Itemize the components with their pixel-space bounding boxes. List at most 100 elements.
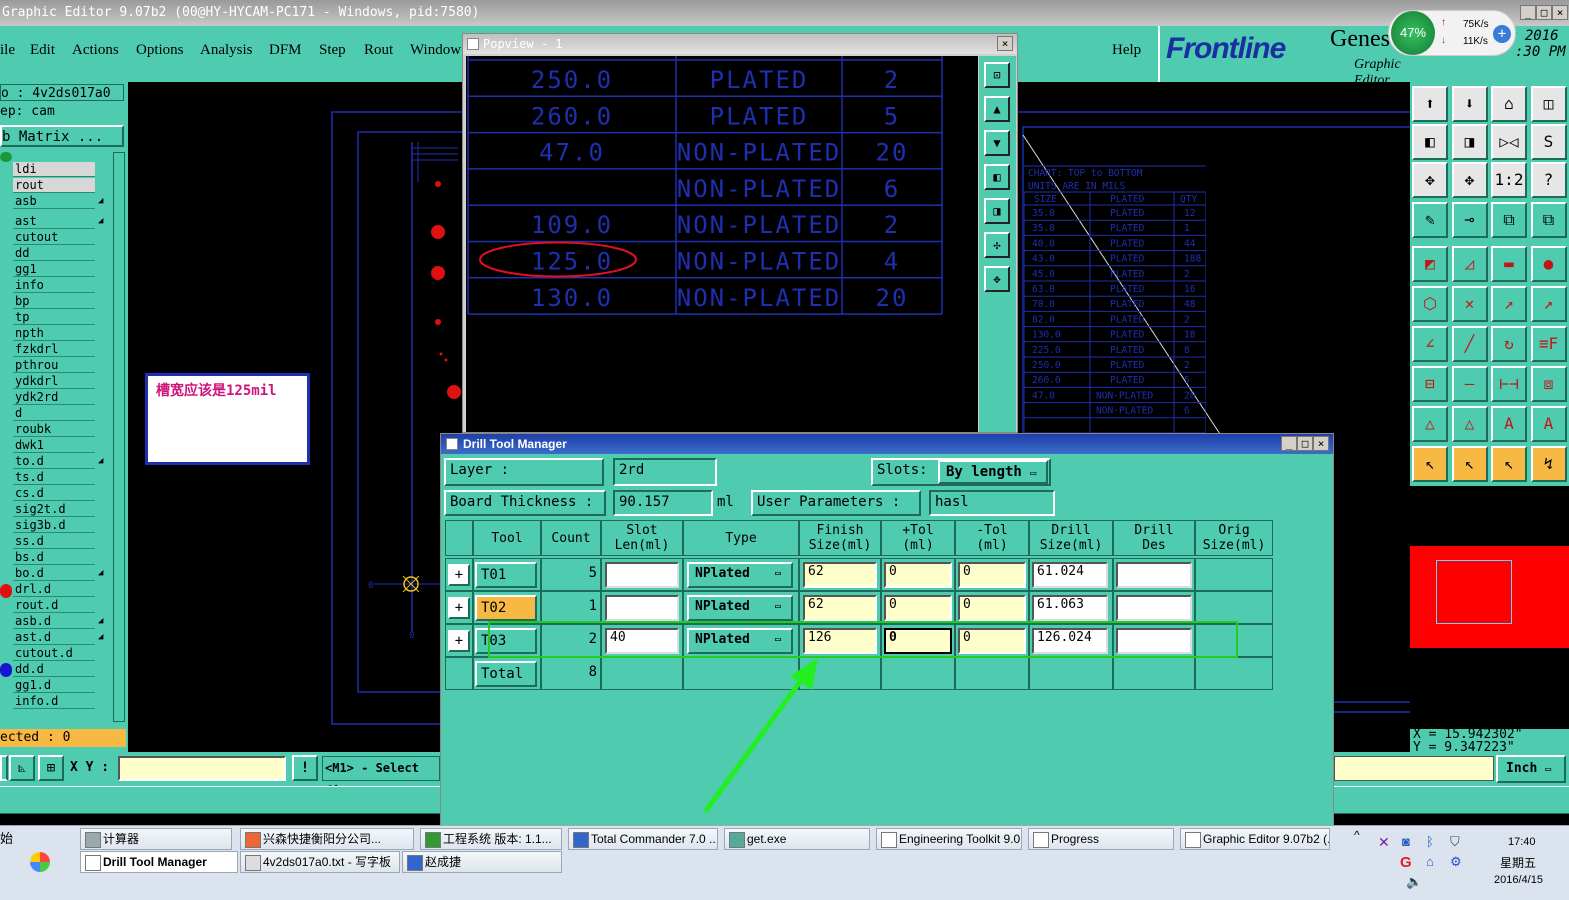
snap-icon[interactable]: ↯	[1530, 446, 1567, 482]
taskbar-button[interactable]: 4v2ds017a0.txt - 写字板	[240, 851, 400, 873]
pan-icon[interactable]: ✥	[1451, 162, 1488, 198]
layer-item[interactable]: cs.d	[13, 486, 95, 501]
layer-item[interactable]: asb.d◢	[13, 614, 103, 629]
vector-icon[interactable]: ↗	[1530, 286, 1567, 322]
taskbar-button[interactable]: 工程系统 版本: 1.1...	[420, 828, 562, 850]
s-curve-icon[interactable]: S	[1530, 124, 1567, 160]
layers-compare-icon[interactable]: ⧉	[1530, 202, 1567, 238]
move-up-icon[interactable]: ⬆	[1412, 86, 1448, 122]
layer-item[interactable]: cutout	[13, 230, 95, 245]
layer-item[interactable]: gg1	[13, 262, 95, 277]
layer-item[interactable]: sig2t.d	[13, 502, 95, 517]
layer-item[interactable]: ast.d◢	[13, 630, 103, 645]
tray-expand-icon[interactable]: ^	[1354, 828, 1360, 842]
layer-item[interactable]: bo.d◢	[13, 566, 103, 581]
g-icon[interactable]: G	[1400, 854, 1412, 871]
taskbar-button[interactable]: Total Commander 7.0 ...	[568, 828, 718, 850]
layer-item[interactable]: ydkdrl	[13, 374, 95, 389]
layer-item[interactable]: pthrou	[13, 358, 95, 373]
ratio-icon[interactable]: 1:2	[1491, 162, 1527, 198]
volume-icon[interactable]: 🔈	[1406, 874, 1422, 890]
layer-item[interactable]: bp	[13, 294, 95, 309]
arc-icon[interactable]: A	[1491, 406, 1527, 442]
fit-icon[interactable]: ✥	[1412, 162, 1448, 198]
layer-item[interactable]: ydk2rd	[13, 390, 95, 405]
layer-item[interactable]: npth	[13, 326, 95, 341]
layer-item[interactable]: info	[13, 278, 95, 293]
start-orb-icon[interactable]	[30, 852, 50, 872]
taskbar-button[interactable]: get.exe	[724, 828, 870, 850]
rotate-icon[interactable]: ↻	[1491, 326, 1527, 362]
layer-item[interactable]: rout	[13, 178, 95, 193]
layer-item[interactable]: roubk	[13, 422, 95, 437]
app-icon	[1033, 832, 1049, 848]
line-icon[interactable]: ◿	[1451, 246, 1488, 282]
box-icon[interactable]: ⊟	[1412, 366, 1448, 402]
triangle-alt-icon[interactable]: △	[1451, 406, 1488, 442]
layer-item[interactable]: cutout.d	[13, 646, 95, 661]
layer-item[interactable]: sig3b.d	[13, 518, 95, 533]
move-down-icon[interactable]: ⬇	[1451, 86, 1488, 122]
select-box-icon[interactable]: ◩	[1412, 246, 1448, 282]
start-button[interactable]: 始	[0, 828, 13, 847]
layer-item[interactable]: to.d◢	[13, 454, 103, 469]
taskbar-button[interactable]: 计算器	[80, 828, 232, 850]
tray-app-icon[interactable]: ⚙	[1450, 854, 1462, 870]
arc-alt-icon[interactable]: A	[1530, 406, 1567, 442]
pointer-alt-icon[interactable]: ↖	[1491, 446, 1527, 482]
measure-icon[interactable]: ⊢⊣	[1491, 366, 1527, 402]
frame-icon[interactable]: ◫	[1530, 86, 1567, 122]
layer-item[interactable]: gg1.d	[13, 678, 95, 693]
triangle-icon[interactable]: △	[1412, 406, 1448, 442]
cross-icon[interactable]: ✕	[1451, 286, 1488, 322]
tray-chat-icon[interactable]: ◙	[1402, 834, 1410, 849]
align-right-icon[interactable]: ◨	[1451, 124, 1488, 160]
slope-icon[interactable]: ↗	[1491, 286, 1527, 322]
layer-item[interactable]: dd	[13, 246, 95, 261]
swap-icon[interactable]: ▷◁	[1491, 124, 1527, 160]
component-icon[interactable]: ⧈	[1530, 366, 1567, 402]
ruler-icon[interactable]: ▬	[1491, 246, 1527, 282]
layers-icon[interactable]: ⧉	[1491, 202, 1527, 238]
home-icon[interactable]: ⌂	[1491, 86, 1527, 122]
dash-icon[interactable]: —	[1451, 366, 1488, 402]
layer-item[interactable]: tp	[13, 310, 95, 325]
taskbar-button[interactable]: Progress	[1028, 828, 1174, 850]
network-icon[interactable]: ⌂	[1426, 854, 1434, 869]
layer-item[interactable]: drl.d	[13, 582, 95, 597]
taskbar-button[interactable]: Drill Tool Manager	[80, 851, 238, 873]
layer-item[interactable]: ts.d	[13, 470, 95, 485]
layer-item[interactable]: bs.d	[13, 550, 95, 565]
help-icon[interactable]: ?	[1530, 162, 1567, 198]
align-left-icon[interactable]: ◧	[1412, 124, 1448, 160]
taskbar-button[interactable]: 兴森快捷衡阳分公司...	[240, 828, 414, 850]
taskbar-label: Engineering Toolkit 9.0...	[899, 832, 1022, 846]
taskbar-button[interactable]: 赵成捷	[402, 851, 562, 873]
bluetooth-icon[interactable]: ᛒ	[1426, 834, 1434, 849]
taskbar-button[interactable]: Graphic Editor 9.07b2 (...	[1180, 828, 1330, 850]
layer-item[interactable]: d	[13, 406, 95, 421]
pointer-box-icon[interactable]: ↖	[1451, 446, 1488, 482]
slash-icon[interactable]: ╱	[1451, 326, 1488, 362]
angle-icon[interactable]: ∠	[1412, 326, 1448, 362]
layer-item[interactable]: ldi	[13, 162, 95, 177]
tray-x-icon[interactable]: ✕	[1378, 834, 1390, 851]
pad-icon[interactable]: ●	[1530, 246, 1567, 282]
layer-item[interactable]: asb◢	[13, 194, 103, 209]
net-icon[interactable]: ⬡	[1412, 286, 1448, 322]
layer-item[interactable]: fzkdrl	[13, 342, 95, 357]
layer-item[interactable]: info.d	[13, 694, 95, 709]
layer-item[interactable]: rout.d	[13, 598, 95, 613]
edit-icon[interactable]: ✎	[1412, 202, 1448, 238]
probe-icon[interactable]: ⊸	[1451, 202, 1488, 238]
feature-icon[interactable]: ≡F	[1530, 326, 1567, 362]
taskbar-label: get.exe	[747, 832, 787, 846]
layer-item[interactable]: ss.d	[13, 534, 95, 549]
layer-item[interactable]: ast◢	[13, 214, 103, 229]
pointer-icon[interactable]: ↖	[1412, 446, 1448, 482]
layer-item[interactable]: dd.d	[13, 662, 95, 677]
taskbar-label: 4v2ds017a0.txt - 写字板	[263, 855, 392, 869]
layer-item[interactable]: dwk1	[13, 438, 95, 453]
shield-icon[interactable]: ⛉	[1450, 834, 1460, 850]
taskbar-button[interactable]: Engineering Toolkit 9.0...	[876, 828, 1022, 850]
